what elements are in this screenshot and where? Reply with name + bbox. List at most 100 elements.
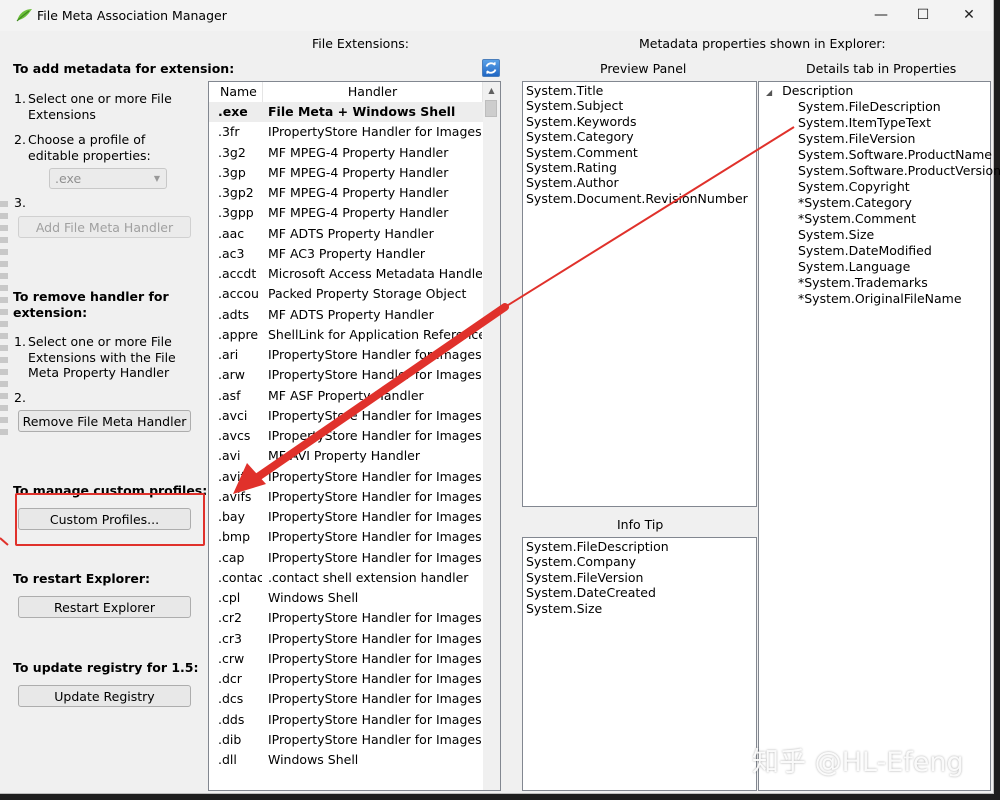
handler-cell: File Meta + Windows Shell — [268, 104, 456, 119]
tree-item[interactable]: System.Software.ProductVersion — [798, 163, 1000, 179]
refresh-button[interactable] — [482, 59, 500, 77]
list-item[interactable]: System.Size — [526, 601, 669, 616]
list-item[interactable]: System.Rating — [526, 160, 748, 175]
table-row[interactable]: .dll Windows Shell — [209, 750, 483, 770]
list-item[interactable]: System.FileDescription — [526, 539, 669, 554]
tree-expand-icon[interactable]: ◢ — [766, 88, 772, 97]
table-row[interactable]: .dds IPropertyStore Handler for Images — [209, 710, 483, 730]
tree-item[interactable]: System.Size — [798, 227, 1000, 243]
tree-item[interactable]: System.Software.ProductName — [798, 147, 1000, 163]
table-row[interactable]: .dib IPropertyStore Handler for Images — [209, 730, 483, 750]
handler-cell: IPropertyStore Handler for Images — [268, 650, 482, 666]
file-extensions-list[interactable]: Name Handler .exe File Meta + Windows She… — [208, 81, 501, 791]
table-row[interactable]: .exe File Meta + Windows Shell — [209, 102, 483, 123]
chevron-down-icon: ▼ — [153, 174, 160, 183]
table-row[interactable]: .contac .contact shell extension handler — [209, 568, 483, 588]
table-row[interactable]: .bmp IPropertyStore Handler for Images — [209, 527, 483, 547]
extension-cell: .appre — [218, 326, 259, 342]
extension-cell: .3fr — [218, 124, 240, 140]
handler-cell: IPropertyStore Handler for Images — [268, 124, 482, 140]
table-row[interactable]: .dcr IPropertyStore Handler for Images — [209, 669, 483, 689]
column-header-name[interactable]: Name — [209, 82, 263, 102]
table-row[interactable]: .cr2 IPropertyStore Handler for Images — [209, 608, 483, 628]
handler-cell: IPropertyStore Handler for Images — [268, 407, 482, 423]
table-row[interactable]: .bay IPropertyStore Handler for Images — [209, 507, 483, 527]
maximize-button[interactable]: ☐ — [900, 0, 946, 31]
list-item[interactable]: System.Keywords — [526, 114, 748, 129]
table-row[interactable]: .accou Packed Property Storage Object — [209, 284, 483, 304]
table-row[interactable]: .appre ShellLink for Application Referenc… — [209, 325, 483, 345]
update-registry-button[interactable]: Update Registry — [18, 685, 191, 707]
extension-cell: .bmp — [218, 529, 251, 545]
table-row[interactable]: .crw IPropertyStore Handler for Images — [209, 649, 483, 669]
handler-cell: Microsoft Access Metadata Handler — [268, 266, 482, 281]
extension-cell: .adts — [218, 306, 249, 322]
table-row[interactable]: .cap IPropertyStore Handler for Images — [209, 548, 483, 568]
list-item[interactable]: System.Document.RevisionNumber — [526, 191, 748, 206]
extensions-scrollbar[interactable]: ▲ — [483, 82, 500, 790]
table-row[interactable]: .3gpp MF MPEG-4 Property Handler — [209, 203, 483, 223]
table-row[interactable]: .3gp MF MPEG-4 Property Handler — [209, 163, 483, 183]
close-button[interactable]: ✕ — [946, 0, 992, 31]
list-item[interactable]: System.Category — [526, 129, 748, 144]
list-item[interactable]: System.Comment — [526, 145, 748, 160]
info-tip-list[interactable]: System.FileDescription System.Company Syst… — [522, 537, 757, 791]
step-text: Select one or more File Extensions with … — [28, 334, 176, 380]
list-item[interactable]: System.FileVersion — [526, 570, 669, 585]
tree-item[interactable]: System.FileDescription — [798, 99, 1000, 115]
extension-cell: .3gp — [218, 164, 246, 180]
table-row[interactable]: .dcs IPropertyStore Handler for Images — [209, 689, 483, 709]
extension-cell: .exe — [218, 104, 248, 119]
table-row[interactable]: .avif IPropertyStore Handler for Images — [209, 467, 483, 487]
tree-item[interactable]: System.Copyright — [798, 179, 1000, 195]
remove-file-meta-handler-button[interactable]: Remove File Meta Handler — [18, 410, 191, 432]
table-row[interactable]: .avi MF AVI Property Handler — [209, 446, 483, 466]
profile-combobox[interactable]: .exe ▼ — [49, 168, 167, 189]
table-row[interactable]: .3gp2 MF MPEG-4 Property Handler — [209, 183, 483, 203]
scroll-up-icon[interactable]: ▲ — [483, 82, 500, 99]
table-row[interactable]: .aac MF ADTS Property Handler — [209, 224, 483, 244]
tree-item[interactable]: System.Language — [798, 259, 1000, 275]
tree-item[interactable]: *System.OriginalFileName — [798, 291, 1000, 307]
extension-cell: .dds — [218, 711, 245, 727]
table-row[interactable]: .avci IPropertyStore Handler for Images — [209, 406, 483, 426]
details-tab-label: Details tab in Properties — [806, 61, 957, 76]
tree-item[interactable]: *System.Category — [798, 195, 1000, 211]
table-row[interactable]: .ari IPropertyStore Handler for Images — [209, 345, 483, 365]
background-window-thumbnails — [0, 201, 8, 621]
table-row[interactable]: .asf MF ASF Property Handler — [209, 386, 483, 406]
table-row[interactable]: .3g2 MF MPEG-4 Property Handler — [209, 143, 483, 163]
table-row[interactable]: .adts MF ADTS Property Handler — [209, 305, 483, 325]
list-item[interactable]: System.DateCreated — [526, 585, 669, 600]
minimize-button[interactable]: — — [858, 0, 904, 31]
tree-item[interactable]: System.FileVersion — [798, 131, 1000, 147]
list-item[interactable]: System.Subject — [526, 98, 748, 113]
list-item[interactable]: System.Company — [526, 554, 669, 569]
table-row[interactable]: .avcs IPropertyStore Handler for Images — [209, 426, 483, 446]
title-bar[interactable]: File Meta Association Manager — ☐ ✕ — [0, 0, 993, 31]
scrollbar-thumb[interactable] — [485, 100, 497, 117]
table-row[interactable]: .cpl Windows Shell — [209, 588, 483, 608]
list-item[interactable]: System.Title — [526, 83, 748, 98]
details-tab-tree[interactable]: ◢ Description System.FileDescription Syst… — [758, 81, 1000, 791]
watermark-text: 知乎 @HL-Efeng — [752, 747, 964, 778]
preview-panel-list[interactable]: System.Title System.Subject System.Keyword… — [522, 81, 757, 507]
add-step-3: 3. — [14, 195, 204, 211]
list-item[interactable]: System.Author — [526, 175, 748, 190]
restart-explorer-button[interactable]: Restart Explorer — [18, 596, 191, 618]
table-row[interactable]: .cr3 IPropertyStore Handler for Images — [209, 629, 483, 649]
table-row[interactable]: .accdt Microsoft Access Metadata Handler — [209, 264, 483, 284]
table-row[interactable]: .avifs IPropertyStore Handler for Images — [209, 487, 483, 507]
table-row[interactable]: .ac3 MF AC3 Property Handler — [209, 244, 483, 264]
table-row[interactable]: .3fr IPropertyStore Handler for Images — [209, 122, 483, 142]
tree-item[interactable]: *System.Comment — [798, 211, 1000, 227]
table-row[interactable]: .arw IPropertyStore Handler for Images — [209, 365, 483, 385]
handler-cell: IPropertyStore Handler for Images — [268, 428, 482, 443]
tree-item[interactable]: System.DateModified — [798, 243, 1000, 259]
tree-item[interactable]: System.ItemTypeText — [798, 115, 1000, 131]
add-file-meta-handler-button[interactable]: Add File Meta Handler — [18, 216, 191, 238]
handler-cell: MF MPEG-4 Property Handler — [268, 205, 449, 221]
extension-cell: .ac3 — [218, 245, 245, 261]
tree-item[interactable]: *System.Trademarks — [798, 275, 1000, 291]
column-header-handler[interactable]: Handler — [263, 82, 483, 102]
